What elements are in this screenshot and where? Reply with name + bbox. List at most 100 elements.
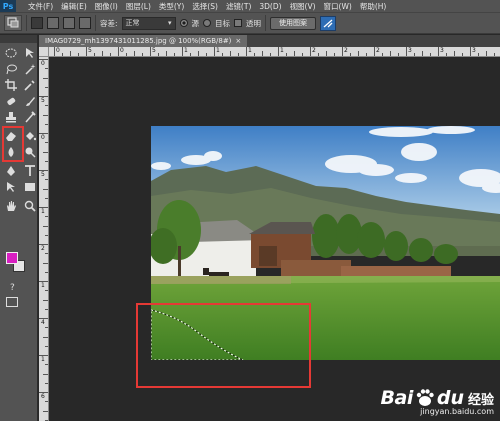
ruler-left-minor-tick [43, 114, 48, 116]
ruler-top-tick [246, 47, 247, 56]
ruler-top-tick [374, 47, 375, 56]
subtract-selection-icon[interactable] [63, 17, 75, 29]
highlight-box [136, 303, 311, 388]
ruler-left-minor-tick [43, 77, 48, 79]
foreground-color-swatch[interactable] [6, 252, 18, 264]
ruler-top-minor-tick [446, 53, 447, 56]
ruler-top-label: 1 [248, 47, 252, 54]
ruler-top-label: 5 [88, 47, 92, 54]
pen-icon[interactable] [3, 164, 19, 178]
menu-file[interactable]: 文件(F) [24, 1, 57, 12]
menu-help[interactable]: 帮助(H) [356, 1, 391, 12]
document-tab[interactable]: IMAG0729_mh1397431011285.jpg @ 100%(RGB/… [39, 35, 248, 47]
ruler-left-label: 1 [41, 356, 45, 363]
source-radio[interactable] [179, 19, 188, 27]
ruler-left-minor-tick [45, 197, 48, 199]
menu-image[interactable]: 图像(I) [91, 1, 122, 12]
quick-mask-icon[interactable]: ? [10, 283, 15, 293]
ruler-left-minor-tick [45, 253, 48, 255]
ruler-top-tick [118, 47, 119, 56]
eyedropper-icon[interactable] [22, 78, 38, 92]
paw-icon [416, 389, 434, 406]
ruler-left-minor-tick [45, 142, 48, 144]
ruler-left-label: 5 [41, 97, 45, 104]
ruler-top-label: 3 [408, 47, 412, 54]
menu-select[interactable]: 选择(S) [188, 1, 222, 12]
hand-icon[interactable] [3, 199, 19, 213]
tool-preset-picker[interactable] [4, 15, 22, 31]
use-pattern-button[interactable]: 使用图案 [270, 16, 317, 30]
magic-wand-icon[interactable] [22, 62, 38, 76]
ruler-top-minor-tick [454, 51, 455, 56]
ruler-top-minor-tick [102, 51, 103, 56]
ruler-top-tick [214, 47, 215, 56]
ruler-top-tick [278, 47, 279, 56]
move-tool-icon[interactable] [22, 46, 38, 60]
ruler-top-minor-tick [326, 51, 327, 56]
paint-bucket-icon[interactable] [22, 129, 38, 143]
ruler-left-minor-tick [45, 105, 48, 107]
baidu-watermark: Bai du 经验 jingyan.baidu.com [381, 387, 494, 416]
ruler-top-minor-tick [190, 53, 191, 56]
ruler-left-minor-tick [43, 336, 48, 338]
rectangle-shape-icon[interactable] [22, 180, 38, 194]
clone-stamp-icon[interactable] [3, 110, 19, 124]
lasso-icon[interactable] [3, 62, 19, 76]
separator [265, 15, 267, 31]
ruler-top-tick [54, 47, 55, 56]
ruler-left-minor-tick [45, 364, 48, 366]
ruler-left-tick [39, 133, 48, 134]
ruler-left-minor-tick [45, 68, 48, 70]
ruler-top-minor-tick [358, 51, 359, 56]
ruler-top-tick [438, 47, 439, 56]
menu-edit[interactable]: 编辑(E) [57, 1, 91, 12]
tolerance-label: 容差: [100, 18, 118, 28]
ruler-top-minor-tick [422, 51, 423, 56]
ruler-top-tick [86, 47, 87, 56]
menu-filter[interactable]: 滤镜(T) [222, 1, 255, 12]
ruler-left-tick [39, 281, 48, 282]
ruler-left-minor-tick [45, 382, 48, 384]
zoom-icon[interactable] [22, 199, 38, 213]
target-radio[interactable] [203, 19, 212, 27]
menu-window[interactable]: 窗口(W) [320, 1, 356, 12]
ruler-top-minor-tick [318, 53, 319, 56]
brush-icon[interactable] [22, 94, 38, 108]
ruler-horizontal[interactable]: 0 5 0 5 1 1 1 1 2 2 2 3 3 3 [49, 47, 500, 57]
ruler-top-minor-tick [78, 53, 79, 56]
transparent-checkbox[interactable] [234, 19, 243, 27]
document-tab-bar: IMAG0729_mh1397431011285.jpg @ 100%(RGB/… [39, 35, 500, 47]
ruler-left-tick [39, 244, 48, 245]
ruler-corner[interactable] [39, 47, 49, 57]
menu-type[interactable]: 类型(Y) [155, 1, 188, 12]
ellipse-marquee-icon[interactable] [3, 46, 19, 60]
separator [26, 15, 27, 31]
type-icon[interactable] [22, 164, 38, 178]
menu-view[interactable]: 视图(V) [286, 1, 320, 12]
history-brush-icon[interactable] [22, 110, 38, 124]
ruler-top-minor-tick [366, 53, 367, 56]
ruler-left-tick [39, 207, 48, 208]
ruler-vertical[interactable]: 0 5 0 5 1 2 1 4 1 6 [39, 57, 49, 421]
ruler-top-minor-tick [494, 53, 495, 56]
ruler-top-minor-tick [134, 51, 135, 56]
ruler-top-minor-tick [238, 53, 239, 56]
ruler-top-minor-tick [478, 53, 479, 56]
screen-mode-icon[interactable] [6, 297, 18, 307]
diffusion-icon-button[interactable] [320, 15, 337, 31]
healing-brush-icon[interactable] [3, 94, 19, 108]
crop-icon[interactable] [3, 78, 19, 92]
mode-select[interactable]: 正常 ▾ [121, 16, 176, 30]
ruler-top-minor-tick [334, 53, 335, 56]
menu-layer[interactable]: 图层(L) [122, 1, 155, 12]
new-selection-icon[interactable] [31, 17, 43, 29]
path-selection-icon[interactable] [3, 180, 19, 194]
intersect-selection-icon[interactable] [79, 17, 91, 29]
close-icon[interactable]: × [235, 37, 241, 45]
ruler-top-minor-tick [398, 53, 399, 56]
add-to-selection-icon[interactable] [47, 17, 59, 29]
ruler-top-label: 3 [440, 47, 444, 54]
menu-3d[interactable]: 3D(D) [255, 2, 285, 11]
ruler-top-label: 2 [312, 47, 316, 54]
dodge-icon[interactable] [22, 145, 38, 159]
